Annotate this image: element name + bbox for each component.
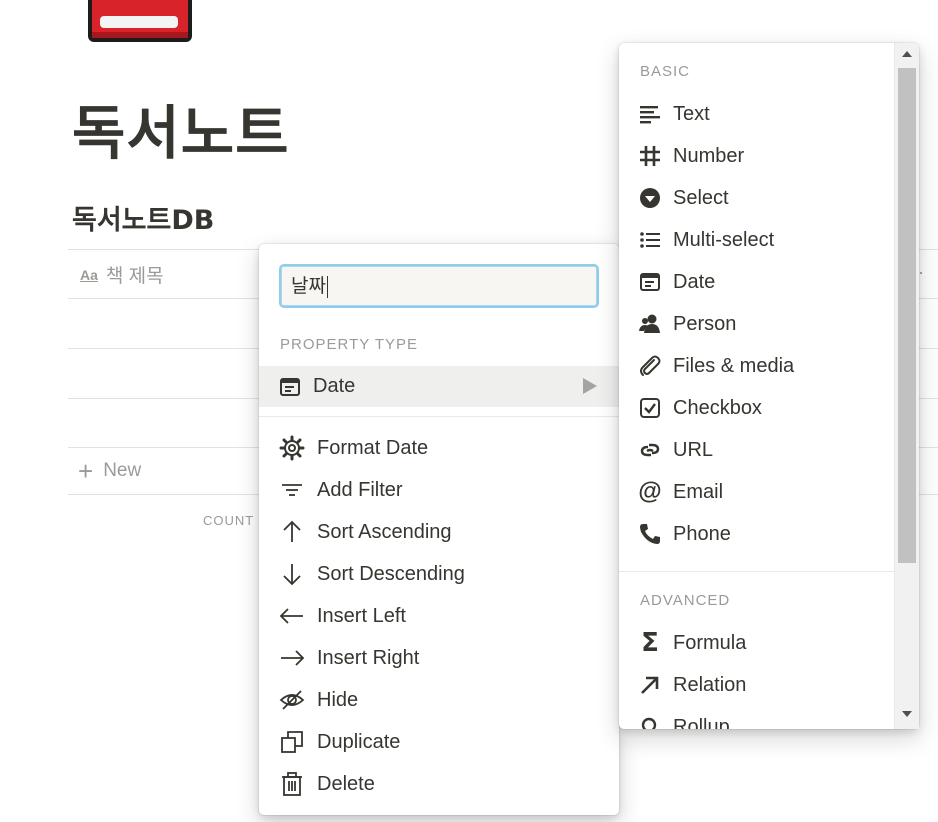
trash-icon	[282, 772, 302, 796]
eye-slash-icon	[279, 690, 305, 710]
type-option-formula[interactable]: Σ Formula	[639, 628, 747, 658]
arrow-up-icon	[283, 520, 301, 542]
option-label: Delete	[317, 772, 375, 795]
select-icon	[640, 188, 660, 208]
arrow-up-right-icon	[641, 676, 659, 694]
format-date-option[interactable]: Format Date	[279, 434, 428, 462]
text-property-icon: Aa	[80, 266, 98, 283]
property-type-select[interactable]: Date	[259, 366, 619, 407]
sort-ascending-option[interactable]: Sort Ascending	[279, 518, 452, 546]
list-icon	[640, 232, 660, 248]
calendar-icon	[280, 377, 300, 396]
type-option-label: Phone	[673, 522, 731, 545]
insert-left-option[interactable]: Insert Left	[279, 602, 406, 630]
type-option-label: Email	[673, 480, 724, 503]
menu-divider	[259, 416, 619, 417]
type-option-label: Checkbox	[673, 396, 762, 419]
option-label: Duplicate	[317, 730, 401, 753]
book-icon	[88, 0, 192, 42]
type-option-multi-select[interactable]: Multi-select	[639, 226, 774, 254]
hash-icon	[640, 146, 660, 166]
option-label: Sort Ascending	[317, 520, 452, 543]
type-option-date[interactable]: Date	[639, 268, 715, 296]
text-lines-icon	[640, 106, 660, 124]
option-label: Hide	[317, 688, 359, 711]
new-row-button[interactable]: + New	[78, 458, 141, 484]
filter-icon	[282, 484, 302, 496]
type-option-label: Number	[673, 144, 745, 167]
sort-descending-option[interactable]: Sort Descending	[279, 560, 465, 588]
page-title[interactable]: 독서노트	[72, 86, 289, 170]
option-label: Insert Right	[317, 646, 420, 669]
type-option-person[interactable]: Person	[639, 310, 736, 338]
text-caret	[326, 275, 328, 298]
type-option-label: Text	[673, 102, 710, 125]
type-option-label: URL	[673, 438, 714, 461]
paperclip-icon	[640, 355, 661, 376]
property-type-label: PROPERTY TYPE	[280, 336, 419, 353]
duplicate-option[interactable]: Duplicate	[279, 728, 400, 756]
plus-icon: +	[78, 456, 94, 486]
sigma-icon: Σ	[641, 628, 659, 658]
type-option-label: Date	[673, 270, 716, 293]
type-option-label: Files & media	[673, 354, 795, 377]
type-option-label: Select	[673, 186, 729, 209]
scroll-up-icon[interactable]	[902, 51, 912, 57]
chevron-right-icon	[583, 378, 597, 394]
option-label: Sort Descending	[317, 562, 465, 585]
type-option-label: Formula	[673, 631, 747, 654]
type-option-email[interactable]: @ Email	[638, 478, 724, 506]
type-menu-scrollbar[interactable]	[894, 43, 919, 729]
new-row-label: New	[103, 460, 142, 481]
type-option-label: Multi-select	[673, 228, 775, 251]
column-header-label: 책 제목	[105, 266, 164, 287]
phone-icon	[640, 524, 660, 544]
column-header-title[interactable]: Aa 책 제목	[80, 261, 164, 288]
advanced-section-label: ADVANCED	[640, 592, 731, 609]
type-option-label: Person	[673, 312, 737, 335]
type-option-rollup[interactable]: Rollup	[639, 713, 730, 729]
person-icon	[639, 314, 660, 333]
scrollbar-thumb[interactable]	[898, 68, 916, 563]
type-option-number[interactable]: Number	[639, 142, 744, 170]
scroll-down-icon[interactable]	[902, 711, 912, 717]
gear-icon	[279, 435, 305, 461]
property-type-value: Date	[313, 375, 356, 397]
type-option-checkbox[interactable]: Checkbox	[639, 394, 762, 422]
arrow-left-icon	[279, 608, 303, 624]
arrow-down-icon	[283, 564, 301, 586]
option-label: Format Date	[317, 436, 429, 459]
property-menu: 날짜 PROPERTY TYPE Date Format Date Add Fi…	[259, 244, 619, 815]
link-icon	[640, 443, 660, 457]
type-option-files-media[interactable]: Files & media	[639, 352, 794, 380]
search-icon	[641, 717, 657, 729]
type-option-label: Relation	[673, 673, 747, 696]
option-label: Insert Left	[317, 604, 406, 627]
insert-right-option[interactable]: Insert Right	[279, 644, 419, 672]
hide-option[interactable]: Hide	[279, 686, 358, 714]
menu-divider	[619, 571, 895, 572]
property-type-menu: BASIC Text Number Select Multi-select Da…	[619, 43, 919, 729]
delete-option[interactable]: Delete	[279, 770, 375, 798]
type-option-phone[interactable]: Phone	[639, 520, 731, 548]
duplicate-icon	[281, 731, 303, 753]
property-name-value: 날짜	[291, 275, 326, 297]
add-filter-option[interactable]: Add Filter	[279, 476, 403, 504]
property-name-input[interactable]: 날짜	[279, 264, 599, 308]
arrow-right-icon	[281, 650, 305, 666]
type-option-label: Rollup	[673, 715, 730, 730]
type-option-text[interactable]: Text	[639, 100, 710, 128]
type-option-url[interactable]: URL	[639, 436, 713, 464]
checkbox-icon	[640, 398, 660, 418]
type-option-select[interactable]: Select	[639, 184, 729, 212]
option-label: Add Filter	[317, 478, 403, 501]
count-calculation[interactable]: COUNT	[203, 513, 254, 528]
calendar-icon	[640, 273, 660, 291]
basic-section-label: BASIC	[640, 63, 691, 80]
type-option-relation[interactable]: Relation	[639, 671, 746, 699]
database-title[interactable]: 독서노트DB	[72, 198, 214, 237]
at-icon: @	[638, 478, 662, 505]
